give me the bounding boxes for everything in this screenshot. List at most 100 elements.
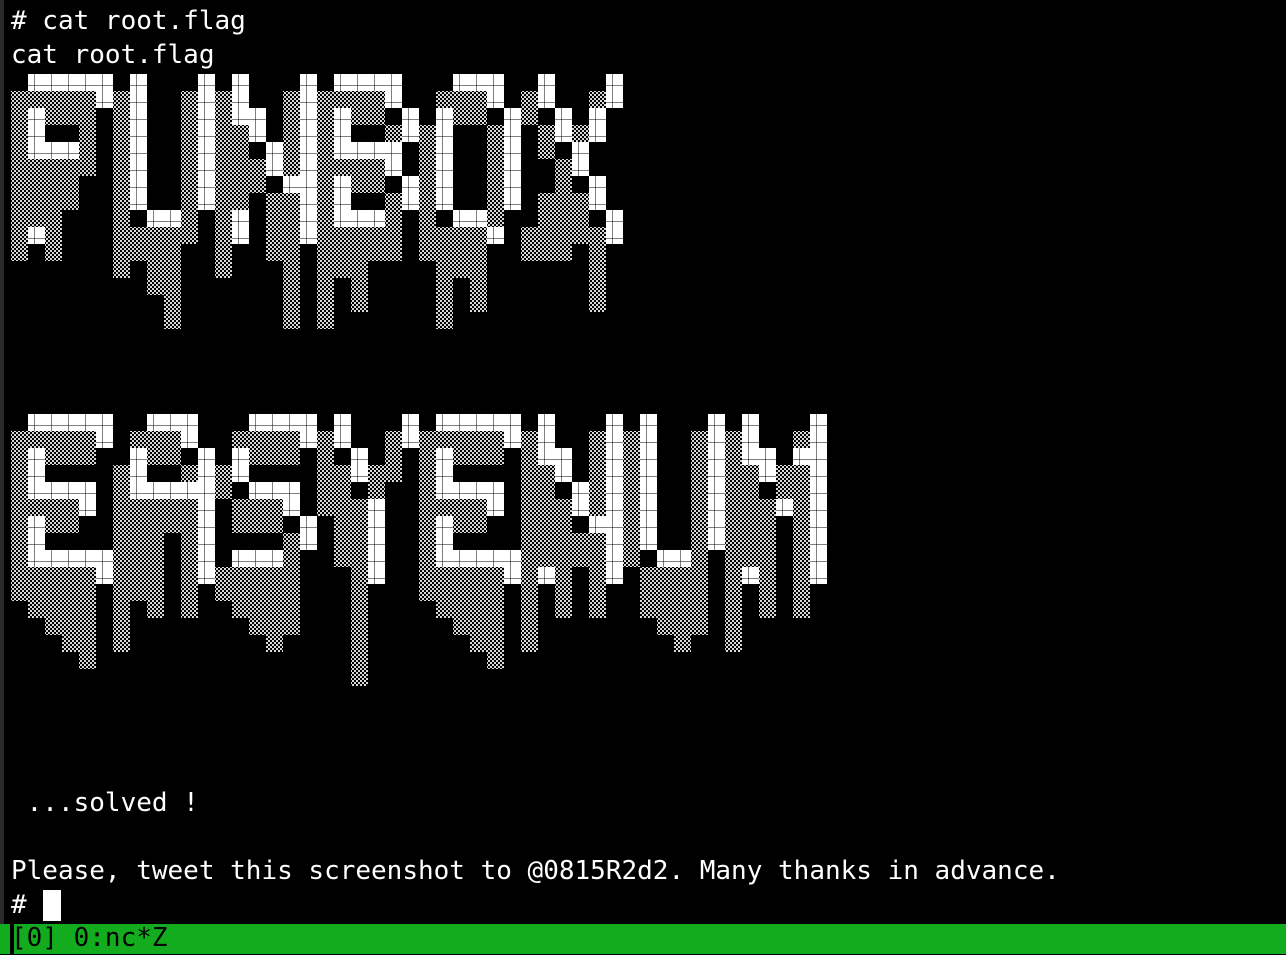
art-shade bbox=[470, 244, 487, 261]
art-shade bbox=[283, 533, 300, 550]
art-block bbox=[470, 482, 487, 499]
art-block bbox=[742, 414, 759, 431]
art-block bbox=[385, 465, 402, 482]
terminal-cursor[interactable] bbox=[43, 890, 61, 921]
shell-prompt[interactable]: # bbox=[11, 888, 42, 922]
art-drip bbox=[419, 227, 436, 244]
art-shade bbox=[436, 244, 453, 261]
art-block bbox=[198, 465, 215, 482]
art-shade bbox=[521, 465, 538, 482]
art-block bbox=[742, 533, 759, 550]
art-drip bbox=[759, 550, 776, 567]
art-drip bbox=[759, 601, 776, 618]
art-block bbox=[147, 414, 164, 431]
art-drip bbox=[249, 618, 266, 635]
art-shade bbox=[521, 550, 538, 567]
art-block bbox=[249, 431, 266, 448]
art-block bbox=[164, 431, 181, 448]
art-drip bbox=[283, 618, 300, 635]
terminal-left-border bbox=[0, 0, 4, 954]
art-shade bbox=[725, 499, 742, 516]
art-block bbox=[487, 550, 504, 567]
art-block bbox=[300, 74, 317, 91]
art-shade bbox=[215, 159, 232, 176]
art-shade bbox=[368, 482, 385, 499]
art-drip bbox=[589, 295, 606, 312]
art-block bbox=[810, 431, 827, 448]
art-shade bbox=[113, 584, 130, 601]
art-shade bbox=[249, 584, 266, 601]
art-shade bbox=[725, 516, 742, 533]
art-drip bbox=[283, 244, 300, 261]
art-drip bbox=[79, 108, 96, 125]
art-shade bbox=[453, 584, 470, 601]
art-shade bbox=[11, 193, 28, 210]
art-shade bbox=[11, 550, 28, 567]
art-shade bbox=[419, 567, 436, 584]
art-drip bbox=[147, 550, 164, 567]
art-block bbox=[606, 91, 623, 108]
art-shade bbox=[28, 431, 45, 448]
art-block bbox=[351, 465, 368, 482]
art-drip bbox=[538, 550, 555, 567]
art-shade bbox=[453, 227, 470, 244]
art-shade bbox=[725, 465, 742, 482]
art-block bbox=[487, 227, 504, 244]
art-drip bbox=[555, 210, 572, 227]
art-shade bbox=[793, 533, 810, 550]
art-block bbox=[351, 448, 368, 465]
art-drip bbox=[487, 584, 504, 601]
art-block bbox=[504, 567, 521, 584]
art-shade bbox=[79, 108, 96, 125]
art-shade bbox=[62, 448, 79, 465]
art-shade bbox=[470, 108, 487, 125]
art-block bbox=[708, 516, 725, 533]
art-drip bbox=[793, 601, 810, 618]
art-shade bbox=[164, 448, 181, 465]
art-block bbox=[130, 465, 147, 482]
art-block bbox=[198, 193, 215, 210]
tmux-window-list[interactable]: [0] 0:nc*Z bbox=[11, 921, 168, 955]
art-block bbox=[368, 516, 385, 533]
art-shade bbox=[130, 244, 147, 261]
art-shade bbox=[334, 227, 351, 244]
art-block bbox=[266, 159, 283, 176]
art-block bbox=[283, 176, 300, 193]
art-shade bbox=[181, 125, 198, 142]
art-shade bbox=[487, 431, 504, 448]
art-drip bbox=[317, 244, 334, 261]
art-shade bbox=[351, 176, 368, 193]
art-shade bbox=[436, 516, 453, 533]
art-block bbox=[708, 431, 725, 448]
art-drip bbox=[419, 584, 436, 601]
art-block bbox=[147, 210, 164, 227]
art-block bbox=[232, 210, 249, 227]
art-block bbox=[606, 431, 623, 448]
art-block bbox=[640, 482, 657, 499]
art-block bbox=[300, 108, 317, 125]
art-drip bbox=[521, 618, 538, 635]
art-drip bbox=[742, 533, 759, 550]
art-drip bbox=[62, 618, 79, 635]
art-block bbox=[62, 142, 79, 159]
art-block bbox=[164, 499, 181, 516]
art-block bbox=[368, 482, 385, 499]
art-block bbox=[385, 448, 402, 465]
art-shade bbox=[45, 159, 62, 176]
art-block bbox=[538, 431, 555, 448]
art-drip bbox=[453, 244, 470, 261]
art-shade bbox=[28, 448, 45, 465]
art-shade bbox=[623, 465, 640, 482]
art-shade bbox=[113, 125, 130, 142]
art-block bbox=[45, 567, 62, 584]
art-block bbox=[62, 567, 79, 584]
art-shade bbox=[793, 584, 810, 601]
art-drip bbox=[470, 261, 487, 278]
art-shade bbox=[113, 499, 130, 516]
art-block bbox=[334, 142, 351, 159]
art-shade bbox=[45, 499, 62, 516]
art-block bbox=[283, 567, 300, 584]
art-block bbox=[28, 533, 45, 550]
art-shade bbox=[28, 108, 45, 125]
art-drip bbox=[62, 193, 79, 210]
